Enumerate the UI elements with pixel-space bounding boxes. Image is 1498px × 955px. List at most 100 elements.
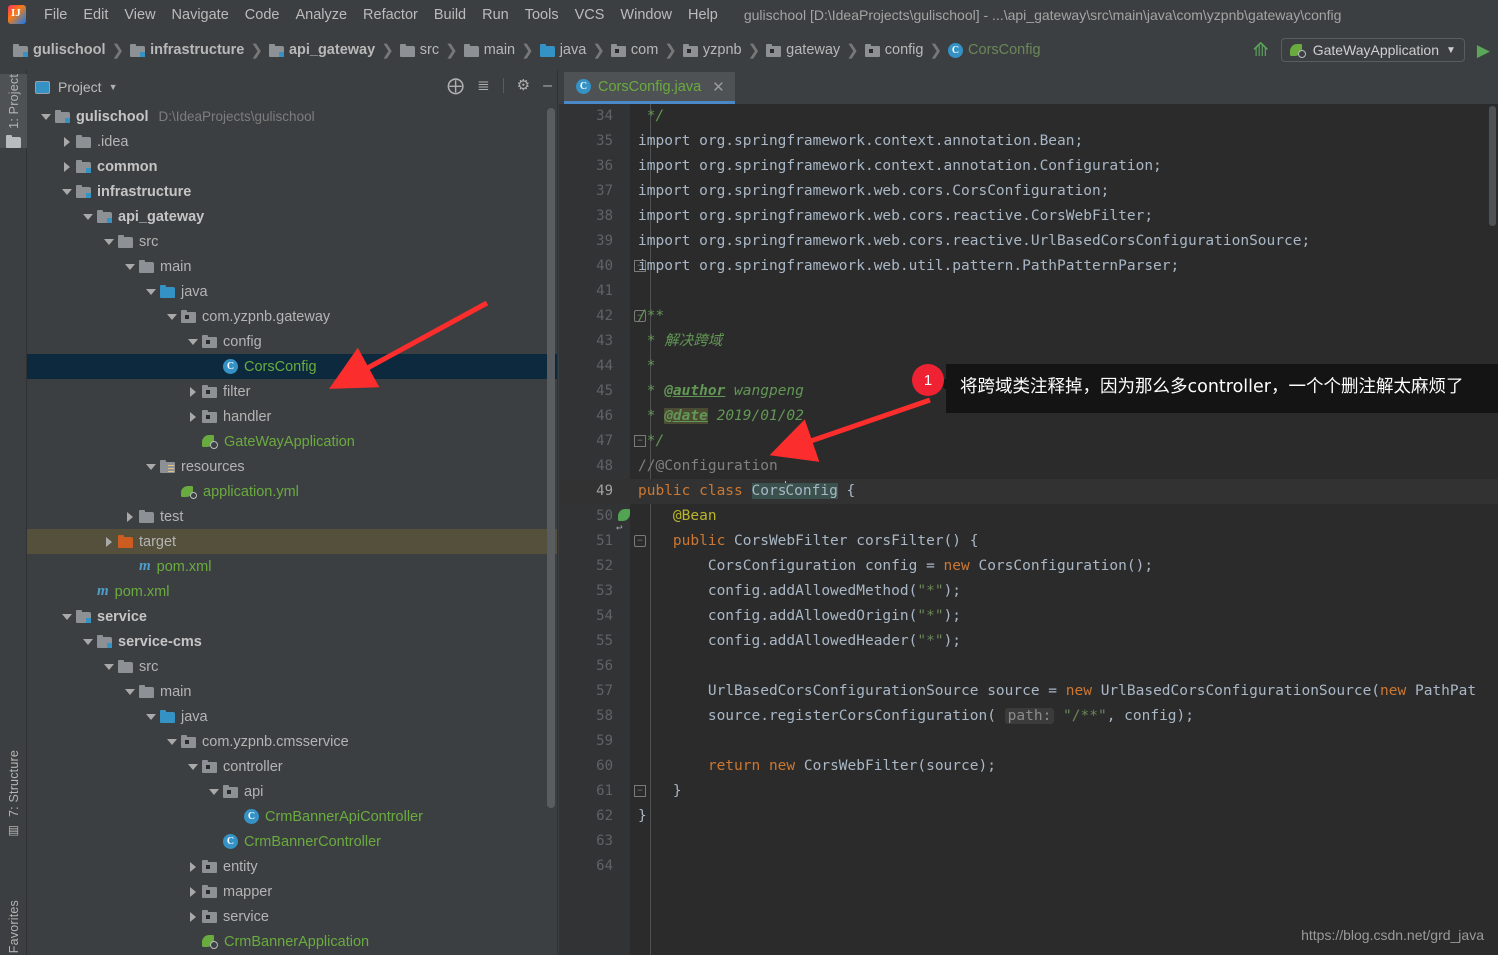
run-play-icon[interactable]: ▶ <box>1477 42 1490 59</box>
editor-tab-corsconfig[interactable]: C CorsConfig.java ✕ <box>564 72 735 104</box>
tree-toggle-right-icon[interactable] <box>102 535 115 548</box>
breadcrumb-infrastructure[interactable]: infrastructure <box>127 40 247 60</box>
tree-node-crmbannerapicontroller[interactable]: C CrmBannerApiController <box>27 804 558 829</box>
breadcrumb-corsconfig[interactable]: C CorsConfig <box>945 40 1044 60</box>
tree-node-entity[interactable]: entity <box>27 854 558 879</box>
tree-node-crmbannercontroller[interactable]: C CrmBannerController <box>27 829 558 854</box>
code-line-54[interactable]: 54 config.addAllowedOrigin("*"); <box>559 604 1498 629</box>
code-line-53[interactable]: 53 config.addAllowedMethod("*"); <box>559 579 1498 604</box>
tree-node-application-yml[interactable]: application.yml <box>27 479 558 504</box>
tree-node-target[interactable]: target <box>27 529 558 554</box>
tree-node-controller[interactable]: controller <box>27 754 558 779</box>
tree-node-java[interactable]: java <box>27 279 558 304</box>
code-line-57[interactable]: 57 UrlBasedCorsConfigurationSource sourc… <box>559 679 1498 704</box>
code-line-61[interactable]: 61− } <box>559 779 1498 804</box>
tree-node-service[interactable]: service <box>27 604 558 629</box>
tree-node-pom-xml[interactable]: m pom.xml <box>27 579 558 604</box>
tree-node-com-yzpnb-cmsservice[interactable]: com.yzpnb.cmsservice <box>27 729 558 754</box>
breadcrumb-java[interactable]: java <box>537 40 590 60</box>
tree-node-api[interactable]: api <box>27 779 558 804</box>
code-line-55[interactable]: 55 config.addAllowedHeader("*"); <box>559 629 1498 654</box>
tree-toggle-right-icon[interactable] <box>60 135 73 148</box>
code-line-43[interactable]: 43 * 解决跨域 <box>559 329 1498 354</box>
breadcrumb-yzpnb[interactable]: yzpnb <box>680 40 745 60</box>
tree-toggle-down-icon[interactable] <box>144 710 157 723</box>
tree-toggle-right-icon[interactable] <box>60 160 73 173</box>
menu-edit[interactable]: Edit <box>75 4 116 26</box>
run-configuration-selector[interactable]: GateWayApplication ▼ <box>1280 38 1465 62</box>
code-line-41[interactable]: 41 <box>559 279 1498 304</box>
menu-run[interactable]: Run <box>474 4 517 26</box>
tree-node-pom-xml[interactable]: m pom.xml <box>27 554 558 579</box>
breadcrumb-src[interactable]: src <box>397 40 442 60</box>
panel-divider[interactable] <box>557 70 558 955</box>
tree-toggle-right-icon[interactable] <box>186 410 199 423</box>
minimize-icon[interactable]: – <box>543 77 552 94</box>
code-line-34[interactable]: 34 */ <box>559 104 1498 129</box>
code-line-37[interactable]: 37 import org.springframework.web.cors.Co… <box>559 179 1498 204</box>
tree-toggle-down-icon[interactable] <box>60 185 73 198</box>
tree-toggle-down-icon[interactable] <box>186 760 199 773</box>
tree-node-service-cms[interactable]: service-cms <box>27 629 558 654</box>
tree-node-src[interactable]: src <box>27 654 558 679</box>
tree-node-corsconfig[interactable]: C CorsConfig <box>27 354 558 379</box>
project-tree-scrollbar[interactable] <box>547 108 555 808</box>
menu-code[interactable]: Code <box>237 4 288 26</box>
tree-node-service[interactable]: service <box>27 904 558 929</box>
breadcrumb-config[interactable]: config <box>862 40 927 60</box>
tree-node-filter[interactable]: filter <box>27 379 558 404</box>
tree-toggle-down-icon[interactable] <box>81 635 94 648</box>
breadcrumb-gulischool[interactable]: gulischool <box>10 40 109 60</box>
menu-navigate[interactable]: Navigate <box>164 4 237 26</box>
spring-bean-gutter-icon[interactable]: ↩ <box>616 509 631 534</box>
code-line-40[interactable]: 40− import org.springframework.web.util.p… <box>559 254 1498 279</box>
breadcrumb-api-gateway[interactable]: api_gateway <box>266 40 378 60</box>
code-line-63[interactable]: 63 <box>559 829 1498 854</box>
menu-help[interactable]: Help <box>680 4 726 26</box>
tree-node-src[interactable]: src <box>27 229 558 254</box>
code-line-36[interactable]: 36 import org.springframework.context.ann… <box>559 154 1498 179</box>
tree-node--idea[interactable]: .idea <box>27 129 558 154</box>
menu-refactor[interactable]: Refactor <box>355 4 426 26</box>
tree-node-gatewayapplication[interactable]: GateWayApplication <box>27 429 558 454</box>
project-tree[interactable]: gulischool D:\IdeaProjects\gulischool .ide… <box>27 104 558 955</box>
tree-node-api-gateway[interactable]: api_gateway <box>27 204 558 229</box>
menu-analyze[interactable]: Analyze <box>287 4 355 26</box>
tree-toggle-down-icon[interactable] <box>123 685 136 698</box>
menu-build[interactable]: Build <box>426 4 474 26</box>
code-line-48[interactable]: 48 //@Configuration <box>559 454 1498 479</box>
tree-toggle-right-icon[interactable] <box>186 910 199 923</box>
tree-toggle-down-icon[interactable] <box>81 210 94 223</box>
code-content[interactable]: 34 */ 35 import org.springframework.contex… <box>559 104 1498 955</box>
tree-node-main[interactable]: main <box>27 254 558 279</box>
breadcrumb-gateway[interactable]: gateway <box>763 40 843 60</box>
gear-icon[interactable]: ⚙ <box>517 77 530 94</box>
tree-node-common[interactable]: common <box>27 154 558 179</box>
tree-toggle-down-icon[interactable] <box>60 610 73 623</box>
code-line-51[interactable]: 51− public CorsWebFilter corsFilter() { <box>559 529 1498 554</box>
sidebar-item-favorites[interactable]: 2: Favorites ★ <box>0 900 27 955</box>
code-line-60[interactable]: 60 return new CorsWebFilter(source); <box>559 754 1498 779</box>
tree-toggle-down-icon[interactable] <box>186 335 199 348</box>
code-line-47[interactable]: 47− */ <box>559 429 1498 454</box>
code-line-35[interactable]: 35 import org.springframework.context.ann… <box>559 129 1498 154</box>
editor-scrollbar[interactable] <box>1489 106 1496 226</box>
code-line-42[interactable]: 42−/** <box>559 304 1498 329</box>
code-line-50[interactable]: 50 ↩ @Bean <box>559 504 1498 534</box>
code-line-39[interactable]: 39 import org.springframework.web.cors.re… <box>559 229 1498 254</box>
code-line-59[interactable]: 59 <box>559 729 1498 754</box>
tree-node-test[interactable]: test <box>27 504 558 529</box>
sidebar-item-structure[interactable]: 7: Structure ▤ <box>0 750 27 837</box>
tree-toggle-right-icon[interactable] <box>123 510 136 523</box>
menu-vcs[interactable]: VCS <box>567 4 613 26</box>
chevron-down-icon[interactable]: ▼ <box>1446 45 1456 56</box>
tree-toggle-down-icon[interactable] <box>144 460 157 473</box>
menu-file[interactable]: File <box>36 4 75 26</box>
code-line-49[interactable]: 49 public class CorsConfig { <box>559 479 1498 504</box>
tree-toggle-right-icon[interactable] <box>186 860 199 873</box>
code-line-38[interactable]: 38 import org.springframework.web.cors.re… <box>559 204 1498 229</box>
tree-node-com-yzpnb-gateway[interactable]: com.yzpnb.gateway <box>27 304 558 329</box>
chevron-down-icon[interactable]: ▼ <box>109 82 118 92</box>
tree-toggle-right-icon[interactable] <box>186 385 199 398</box>
tree-toggle-down-icon[interactable] <box>165 310 178 323</box>
